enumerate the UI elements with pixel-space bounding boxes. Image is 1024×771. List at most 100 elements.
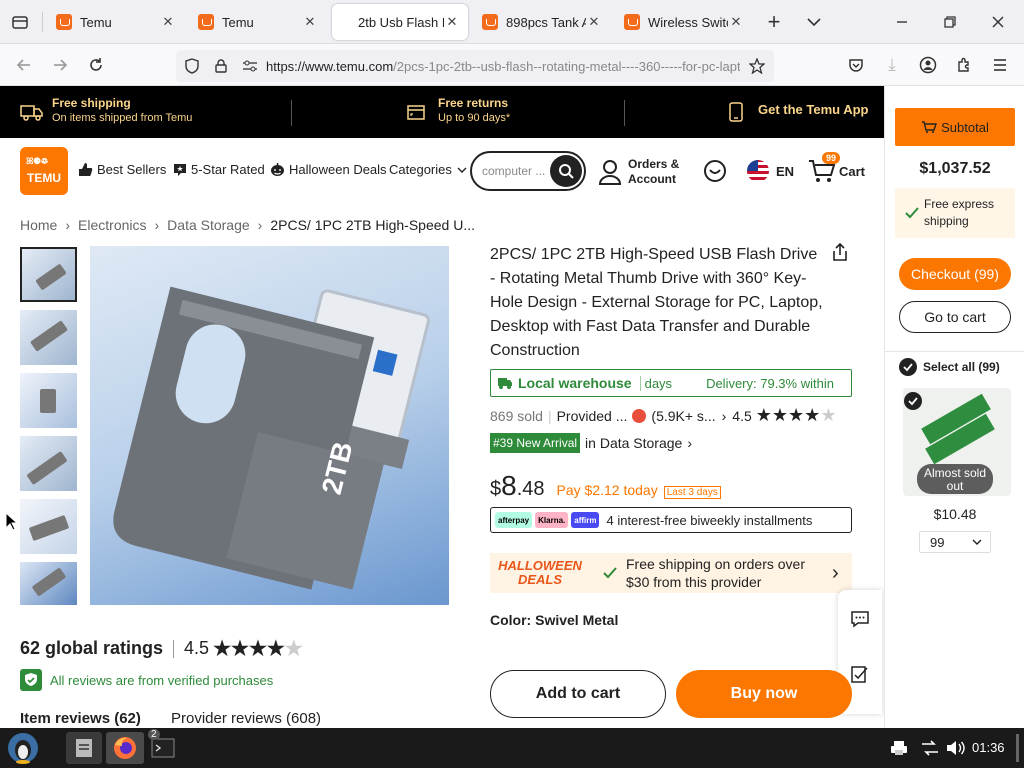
- check-icon: [603, 567, 617, 579]
- product-thumbnail[interactable]: [20, 310, 77, 365]
- add-to-cart-button[interactable]: Add to cart: [490, 670, 666, 718]
- item-checkbox[interactable]: [904, 392, 922, 415]
- restore-icon[interactable]: [938, 10, 962, 34]
- star-icon: ★: [248, 638, 267, 660]
- download-icon[interactable]: ⤓: [880, 53, 904, 77]
- network-icon[interactable]: [920, 740, 940, 761]
- share-icon[interactable]: [830, 242, 850, 267]
- breadcrumb-current: 2PCS/ 1PC 2TB High-Speed U...: [270, 217, 475, 233]
- reviews-header: 62 global ratings 4.5 ★ ★ ★ ★ ★: [20, 638, 303, 660]
- close-tab-icon[interactable]: ✕: [302, 14, 318, 30]
- close-tab-icon[interactable]: ✕: [444, 14, 460, 30]
- new-tab-icon[interactable]: +: [762, 9, 786, 34]
- quantity-select[interactable]: 99: [919, 531, 991, 553]
- nav-categories[interactable]: Categories: [389, 162, 467, 177]
- product-main-image[interactable]: 2TB: [90, 246, 449, 605]
- tab-tank[interactable]: 898pcs Tank Ar ✕: [474, 4, 610, 40]
- breadcrumb-data-storage[interactable]: Data Storage: [167, 217, 250, 233]
- chevron-down-icon: [972, 539, 982, 545]
- product-thumbnail[interactable]: [20, 436, 77, 491]
- bookmark-star-icon[interactable]: [740, 58, 774, 74]
- tab-overview-icon[interactable]: [8, 10, 32, 34]
- volume-icon[interactable]: [946, 740, 966, 761]
- truck-icon: [498, 378, 512, 389]
- search-button[interactable]: [550, 155, 582, 187]
- star-icon: ★: [231, 638, 249, 660]
- window-count-badge: 2: [148, 729, 160, 740]
- cart-count-badge: 99: [822, 152, 841, 164]
- afterpay-badge: afterpay: [495, 512, 533, 528]
- url-bar[interactable]: https://www.temu.com/2pcs-1pc-2tb--usb-f…: [176, 50, 774, 82]
- tab-temu-1[interactable]: Temu ✕: [48, 4, 184, 40]
- star-icon: ★: [804, 405, 821, 425]
- account-icon[interactable]: [916, 53, 940, 77]
- temu-logo[interactable]: ꕤ⚈ꖘ TEMU: [20, 147, 68, 195]
- close-tab-icon[interactable]: ✕: [160, 14, 176, 30]
- side-cart-panel: Subtotal $1,037.52 Free express shipping…: [884, 86, 1024, 728]
- free-returns-promo[interactable]: Free returns Up to 90 days*: [406, 96, 510, 124]
- price-row: $ 8 .48 Pay $2.12 today Last 3 days: [490, 470, 721, 502]
- breadcrumb-home[interactable]: Home: [20, 217, 57, 233]
- nav-best-sellers[interactable]: Best Sellers: [78, 162, 166, 177]
- close-tab-icon[interactable]: ✕: [586, 14, 602, 30]
- pocket-icon[interactable]: [844, 53, 868, 77]
- provider-link[interactable]: Provided ...: [557, 408, 628, 424]
- us-flag-icon: [747, 160, 769, 182]
- nav-halloween-deals[interactable]: Halloween Deals: [270, 162, 387, 177]
- back-icon[interactable]: [12, 53, 36, 77]
- free-shipping-promo[interactable]: Free shipping On items shipped from Temu: [20, 96, 192, 124]
- product-thumbnail[interactable]: [20, 373, 77, 428]
- go-to-cart-button[interactable]: Go to cart: [899, 301, 1011, 333]
- clock: 01:36: [972, 740, 1005, 755]
- almost-sold-out-badge: Almost sold out: [917, 464, 993, 494]
- star-icon: ★: [771, 405, 789, 425]
- chevron-down-icon[interactable]: [802, 10, 826, 34]
- firefox-icon[interactable]: [106, 732, 144, 764]
- close-window-icon[interactable]: [986, 10, 1010, 34]
- local-warehouse-banner[interactable]: Local warehouse days Delivery: 79.3% wit…: [490, 369, 852, 397]
- tab-temu-2[interactable]: Temu ✕: [190, 4, 326, 40]
- nav-5-star-rated[interactable]: 5-Star Rated: [173, 162, 265, 177]
- close-tab-icon[interactable]: ✕: [728, 14, 744, 30]
- select-all-checkbox[interactable]: Select all (99): [899, 358, 1000, 376]
- minimize-icon[interactable]: [890, 10, 914, 34]
- product-thumbnail[interactable]: [20, 247, 77, 302]
- temu-favicon-icon: [624, 14, 640, 30]
- message-icon[interactable]: [851, 610, 869, 633]
- printer-icon[interactable]: [890, 740, 908, 761]
- tab-wireless[interactable]: Wireless Switch ✕: [616, 4, 752, 40]
- file-manager-icon[interactable]: [66, 732, 102, 764]
- halloween-free-shipping-banner[interactable]: HALLOWEEN DEALS Free shipping on orders …: [490, 553, 852, 593]
- tab-provider-reviews[interactable]: Provider reviews (608): [171, 710, 321, 727]
- reload-icon[interactable]: [84, 53, 108, 77]
- checkout-button[interactable]: Checkout (99): [899, 258, 1011, 290]
- get-app-promo[interactable]: Get the Temu App: [728, 102, 869, 122]
- product-thumbnail[interactable]: [20, 499, 77, 554]
- forward-icon[interactable]: [48, 53, 72, 77]
- verified-shield-icon: [20, 669, 42, 691]
- breadcrumb-electronics[interactable]: Electronics: [78, 217, 146, 233]
- show-desktop-button[interactable]: [1016, 734, 1019, 762]
- terminal-icon[interactable]: 2: [148, 729, 178, 764]
- menu-icon[interactable]: [988, 53, 1012, 77]
- start-menu-icon[interactable]: [4, 730, 42, 766]
- support-chat-icon[interactable]: [703, 159, 727, 188]
- star-icon: ★: [266, 638, 285, 660]
- shield-icon[interactable]: [176, 58, 208, 74]
- orders-account[interactable]: Orders & Account: [598, 157, 679, 187]
- chevron-right-icon: ›: [154, 217, 160, 233]
- permissions-icon[interactable]: [234, 60, 266, 72]
- product-thumbnail[interactable]: [20, 562, 77, 605]
- extensions-icon[interactable]: [952, 53, 976, 77]
- buy-now-button[interactable]: Buy now: [676, 670, 852, 718]
- search-icon: [559, 164, 574, 179]
- tab-item-reviews[interactable]: Item reviews (62): [20, 710, 141, 727]
- cart-button[interactable]: 99 Cart: [808, 152, 865, 184]
- tab-usb-flash[interactable]: 2tb Usb Flash R ✕: [332, 4, 468, 40]
- lock-icon[interactable]: [208, 59, 234, 73]
- installments-box[interactable]: afterpay Klarna. affirm 4 interest-free …: [490, 507, 852, 533]
- feedback-icon[interactable]: [851, 665, 869, 688]
- search-input[interactable]: computer ...: [470, 151, 586, 191]
- language-selector[interactable]: EN: [746, 159, 794, 183]
- new-arrival-row[interactable]: #39 New Arrival in Data Storage ›: [490, 433, 692, 453]
